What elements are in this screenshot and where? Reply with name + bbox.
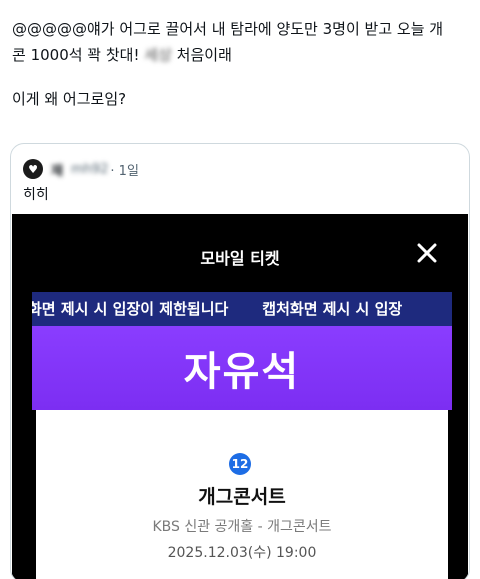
marquee-text-2: 캡처화면 제시 시 입장 [262,300,403,318]
marquee-text-1: 화면 제시 시 입장이 제한됩니다 [32,300,229,318]
quoted-post-text: 히히 [23,187,49,203]
ticket-image: 모바일 티켓 화면 제시 시 입장이 제한됩니다 캡처화면 제시 시 입장 자유… [12,214,468,579]
quoted-post-header: ♥ 재 mh92 · 1일 [23,158,139,180]
quoted-post-time[interactable]: · 1일 [110,160,139,179]
post-text: @@@@@얘가 어그로 끌어서 내 탐라에 양도만 3명이 받고 오늘 개 콘 … [12,16,468,112]
post-line-3: 이게 왜 어그로임? [12,90,127,108]
seat-type: 자유석 [183,349,301,395]
post-line-2: 콘 1000석 꽉 찻대! 세상 처음이래 [12,42,468,68]
close-button[interactable] [412,238,442,268]
show-datetime: 2025.12.03(수) 19:00 [167,545,317,561]
ticket-title: 모바일 티켓 [200,249,280,268]
venue: KBS 신관 공개홀 - 개그콘서트 [152,519,332,535]
ticket-stub: 12 개그콘서트 KBS 신관 공개홀 - 개그콘서트 2025.12.03(수… [36,410,448,579]
quoted-author-name[interactable]: 재 [51,160,63,179]
post-line-2-end: 처음이래 [176,46,232,64]
warning-marquee: 화면 제시 시 입장이 제한됩니다 캡처화면 제시 시 입장 [32,292,452,326]
post-line-2-start: 콘 1000석 꽉 찻대! [12,46,140,64]
seat-type-band: 자유석 [32,326,452,410]
quoted-post[interactable]: ♥ 재 mh92 · 1일 히히 모바일 티켓 화면 제시 시 입장이 제한됩니… [10,143,470,579]
ticket-number-badge: 12 [229,453,251,475]
show-title: 개그콘서트 [198,486,286,508]
heart-icon: ♥ [28,162,38,176]
post-line-2-blurred: 세상 [144,46,172,64]
post-blank-line [12,68,468,86]
post-line-1: @@@@@얘가 어그로 끌어서 내 탐라에 양도만 3명이 받고 오늘 개 [12,20,444,38]
avatar[interactable]: ♥ [23,159,43,179]
close-icon [417,243,437,263]
quoted-author-handle[interactable]: mh92 [71,162,108,177]
